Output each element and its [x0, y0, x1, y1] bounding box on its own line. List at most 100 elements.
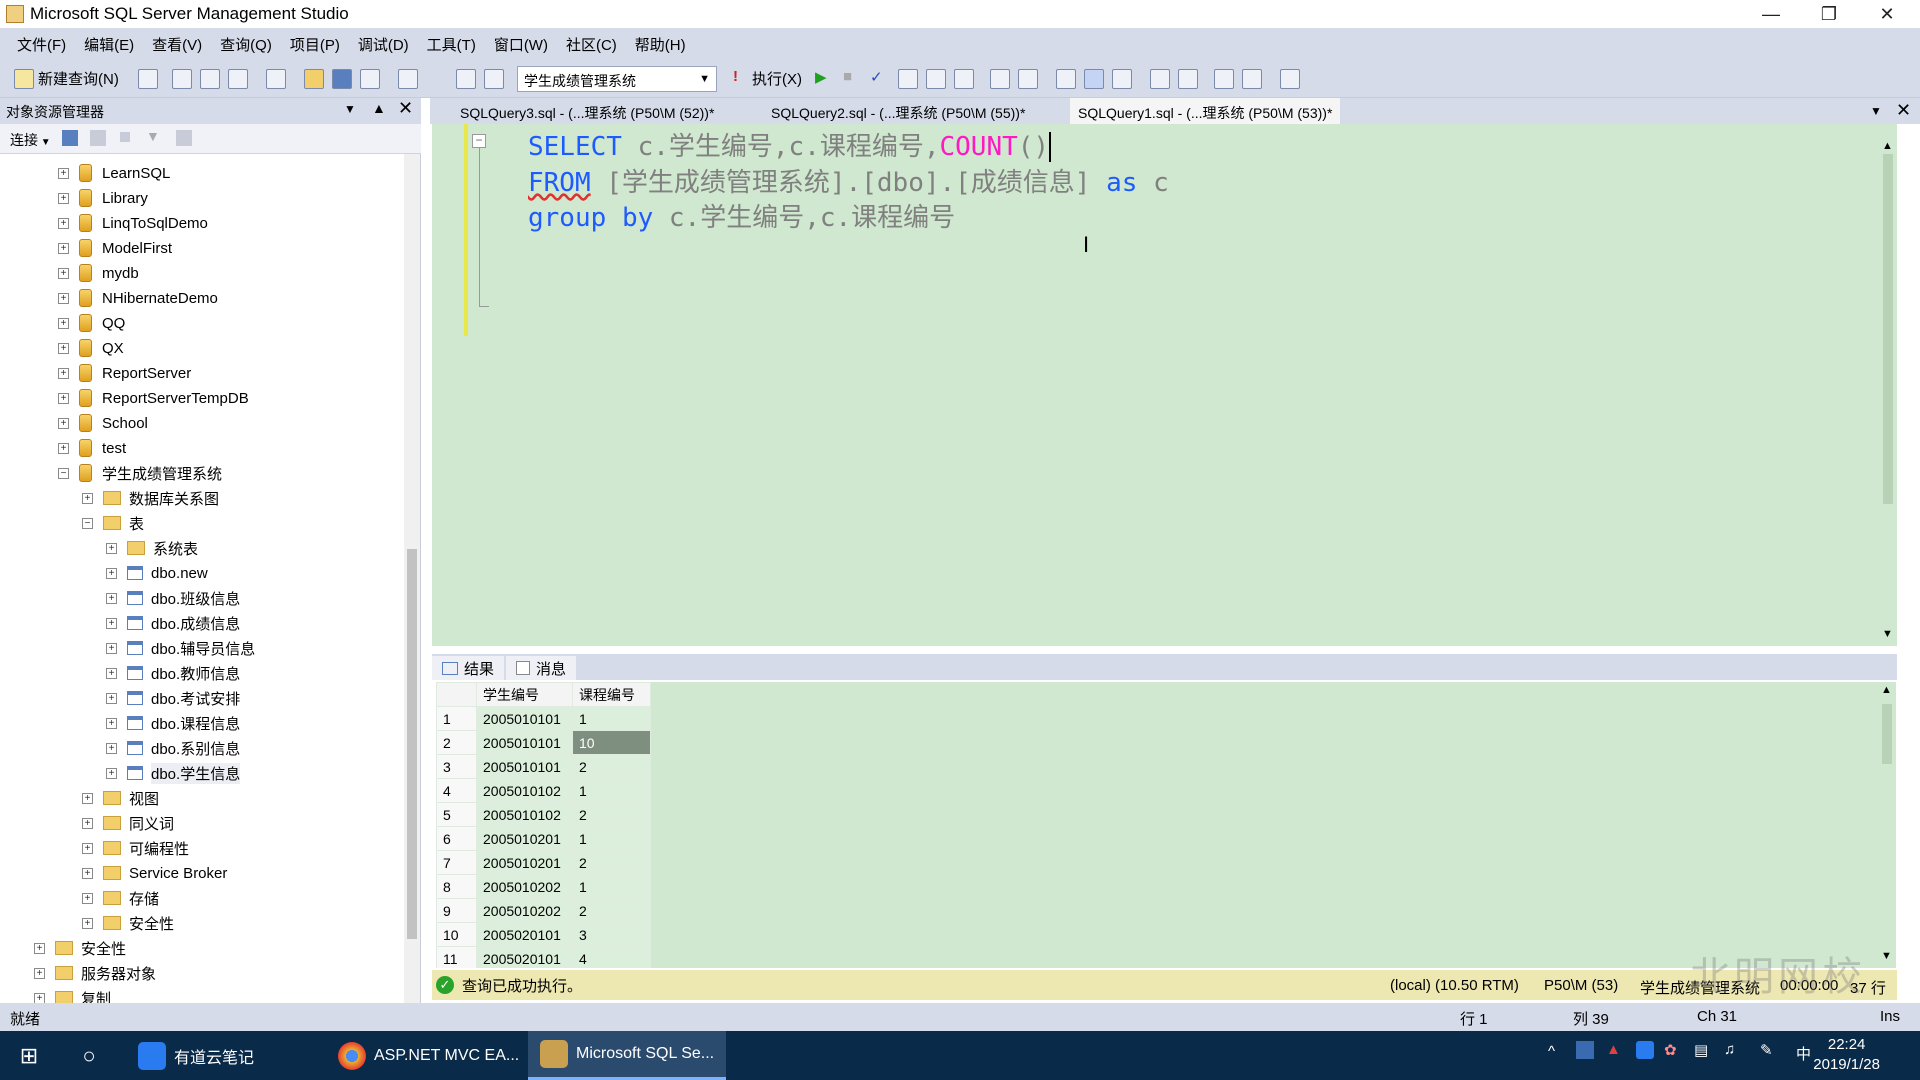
xmla-query-icon[interactable]	[266, 69, 286, 89]
results-file-icon[interactable]	[1112, 69, 1132, 89]
selected-cell[interactable]: 10	[572, 730, 651, 755]
expand-icon[interactable]: +	[34, 967, 45, 979]
expand-icon[interactable]: +	[58, 417, 69, 429]
tree-node-student-db[interactable]: − 学生成绩管理系统	[58, 462, 222, 484]
expand-icon[interactable]: +	[106, 567, 117, 579]
row-number[interactable]: 7	[436, 850, 477, 875]
expand-icon[interactable]: +	[58, 267, 69, 279]
taskbar-app-ssms[interactable]: Microsoft SQL Se...	[528, 1031, 726, 1080]
expand-icon[interactable]: +	[106, 617, 117, 629]
tree-node-reportservertempdb[interactable]: + ReportServerTempDB	[58, 387, 249, 409]
sql-editor[interactable]: − SELECT c.学生编号,c.课程编号,COUNT() FROM [学生成…	[432, 124, 1897, 646]
mdx-query-icon[interactable]	[200, 69, 220, 89]
tree-node-views[interactable]: + 视图	[82, 787, 159, 809]
tray-flower-icon[interactable]: ✿	[1664, 1041, 1677, 1059]
decrease-indent-icon[interactable]	[1214, 69, 1234, 89]
collapse-icon[interactable]: −	[472, 134, 486, 148]
expand-icon[interactable]: +	[58, 217, 69, 229]
tree-node-server-security[interactable]: + 安全性	[34, 937, 126, 959]
cell[interactable]: 2005010202	[476, 874, 573, 899]
tree-node-diagrams[interactable]: + 数据库关系图	[82, 487, 219, 509]
row-number[interactable]: 6	[436, 826, 477, 851]
cell[interactable]: 1	[572, 706, 651, 731]
menu-community[interactable]: 社区(C)	[557, 34, 626, 55]
cell[interactable]: 2005020101	[476, 922, 573, 947]
expand-icon[interactable]: +	[58, 192, 69, 204]
tree-node-table[interactable]: + dbo.课程信息	[106, 712, 240, 734]
row-number[interactable]: 11	[436, 946, 477, 968]
row-number[interactable]: 5	[436, 802, 477, 827]
table-row[interactable]: 1 2005010101 1	[436, 706, 651, 731]
menu-view[interactable]: 查看(V)	[143, 34, 211, 55]
print-icon[interactable]	[360, 69, 380, 89]
expand-icon[interactable]: +	[106, 767, 117, 779]
refresh-icon[interactable]	[176, 130, 192, 146]
activity-monitor-icon[interactable]	[398, 69, 418, 89]
expand-icon[interactable]: +	[58, 442, 69, 454]
results-grid[interactable]: 学生编号 课程编号 1 2005010101 1 2 2005010101 10 3 20…	[436, 682, 1896, 968]
tree-node-library[interactable]: + Library	[58, 187, 148, 209]
save-icon[interactable]	[332, 69, 352, 89]
cell[interactable]: 2	[572, 754, 651, 779]
scroll-down-icon[interactable]: ▼	[1881, 950, 1892, 962]
table-row[interactable]: 10 2005020101 3	[436, 922, 651, 947]
tray-youdao-icon[interactable]	[1636, 1041, 1654, 1059]
filter-icon[interactable]: ▼	[146, 128, 160, 144]
table-row[interactable]: 3 2005010101 2	[436, 754, 651, 779]
taskbar-app-youdao[interactable]: 有道云笔记	[130, 1031, 320, 1080]
parse-icon[interactable]: ✓	[870, 68, 883, 86]
restore-button[interactable]: ❐	[1800, 0, 1858, 28]
include-plan-icon[interactable]	[990, 69, 1010, 89]
comment-icon[interactable]	[1150, 69, 1170, 89]
scroll-down-icon[interactable]: ▼	[1882, 628, 1893, 640]
tree-node-storage[interactable]: + 存储	[82, 887, 159, 909]
row-number[interactable]: 4	[436, 778, 477, 803]
results-grid-icon[interactable]	[1084, 69, 1104, 89]
expand-icon[interactable]: +	[106, 717, 117, 729]
expand-icon[interactable]: +	[34, 992, 45, 1004]
expand-icon[interactable]: +	[106, 692, 117, 704]
results-to-grid-icon[interactable]	[954, 69, 974, 89]
expand-icon[interactable]: +	[82, 892, 93, 904]
pen-icon[interactable]: ✎	[1760, 1041, 1773, 1059]
tree-node-school[interactable]: + School	[58, 412, 148, 434]
tree-node-db-security[interactable]: + 安全性	[82, 912, 174, 934]
new-query-button[interactable]: 新建查询(N)	[38, 68, 119, 89]
tree-node-mydb[interactable]: + mydb	[58, 262, 139, 284]
tree-node-synonyms[interactable]: + 同义词	[82, 812, 174, 834]
table-row[interactable]: 9 2005010202 2	[436, 898, 651, 923]
menu-window[interactable]: 窗口(W)	[485, 34, 557, 55]
cell[interactable]: 1	[572, 826, 651, 851]
tree-node-programmability[interactable]: + 可编程性	[82, 837, 189, 859]
tab-sqlquery1[interactable]: SQLQuery1.sql - (...理系统 (P50\M (53))*	[1070, 98, 1341, 124]
expand-icon[interactable]: +	[58, 167, 69, 179]
expand-icon[interactable]: +	[58, 392, 69, 404]
expand-icon[interactable]: +	[82, 917, 93, 929]
expand-icon[interactable]: +	[106, 742, 117, 754]
connect-icon[interactable]	[456, 69, 476, 89]
pin-icon[interactable]: ▲	[372, 100, 386, 116]
menu-file[interactable]: 文件(F)	[8, 34, 75, 55]
tree-node-table[interactable]: + dbo.系别信息	[106, 737, 240, 759]
uncomment-icon[interactable]	[1178, 69, 1198, 89]
tab-list-icon[interactable]: ▼	[1870, 104, 1882, 118]
menu-help[interactable]: 帮助(H)	[626, 34, 695, 55]
table-row[interactable]: 8 2005010202 1	[436, 874, 651, 899]
cell[interactable]: 3	[572, 922, 651, 947]
specify-values-icon[interactable]	[1280, 69, 1300, 89]
tree-node-table[interactable]: + dbo.辅导员信息	[106, 637, 255, 659]
collapse-icon[interactable]: −	[58, 467, 69, 479]
search-button[interactable]: ○	[64, 1031, 114, 1080]
execute-icon[interactable]: !	[733, 68, 738, 85]
disconnect-icon[interactable]	[90, 130, 106, 146]
connect-object-icon[interactable]	[62, 130, 78, 146]
tree-node-table[interactable]: + dbo.教师信息	[106, 662, 240, 684]
debug-icon[interactable]: ▶	[815, 68, 827, 86]
tray-warning-icon[interactable]: ▲	[1606, 1041, 1621, 1058]
expand-icon[interactable]: +	[82, 792, 93, 804]
open-file-icon[interactable]	[304, 69, 324, 89]
new-query-icon[interactable]	[14, 69, 34, 89]
close-tab-icon[interactable]: ✕	[1896, 100, 1911, 121]
row-number[interactable]: 3	[436, 754, 477, 779]
object-explorer-scrollbar[interactable]	[404, 154, 420, 1004]
